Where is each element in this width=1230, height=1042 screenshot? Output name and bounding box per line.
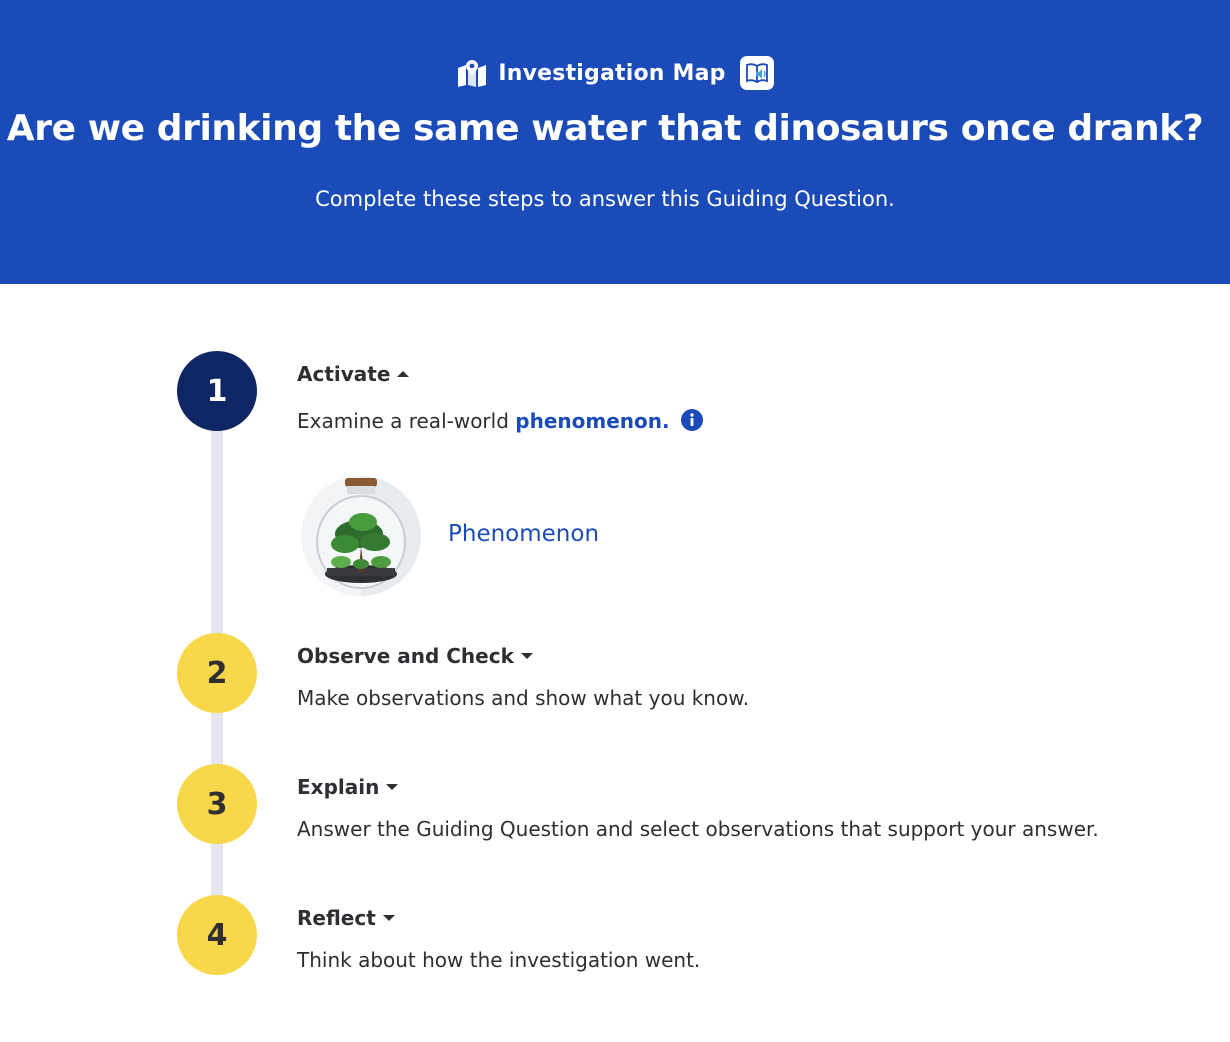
step-1-number[interactable]: 1 [177, 351, 257, 431]
step-1-toggle[interactable]: Activate [297, 362, 410, 386]
step-4-number[interactable]: 4 [177, 895, 257, 975]
step-4-title: Reflect [297, 906, 376, 930]
step-3-description: Answer the Guiding Question and select o… [297, 817, 1099, 841]
step-3-title: Explain [297, 775, 380, 799]
read-aloud-icon [745, 63, 768, 84]
caret-down-icon [520, 653, 533, 659]
step-1-title: Activate [297, 362, 391, 386]
step-4-toggle[interactable]: Reflect [297, 906, 396, 930]
investigation-steps: 1 Activate Examine a real-world phenomen… [0, 284, 1230, 1042]
caret-down-icon [386, 784, 399, 790]
step-3-toggle[interactable]: Explain [297, 775, 399, 799]
caret-down-icon [382, 915, 395, 921]
guiding-question: Are we drinking the same water that dino… [6, 108, 1204, 149]
map-icon [456, 59, 488, 87]
caret-up-icon [397, 371, 410, 377]
step-2-number[interactable]: 2 [177, 633, 257, 713]
phenomenon-term-link[interactable]: phenomenon. [515, 409, 669, 433]
step-1-description: Examine a real-world phenomenon. [297, 408, 704, 433]
read-aloud-button[interactable] [739, 56, 774, 90]
step-2-title: Observe and Check [297, 644, 514, 668]
info-icon[interactable] [680, 408, 704, 432]
guiding-question-subtitle: Complete these steps to answer this Guid… [315, 187, 895, 211]
phenomenon-thumbnail[interactable] [301, 476, 421, 596]
header-banner: Investigation Map Are we drinking the sa… [0, 0, 1230, 284]
step-2-description: Make observations and show what you know… [297, 686, 750, 710]
step-2-toggle[interactable]: Observe and Check [297, 644, 534, 668]
brand-row: Investigation Map [0, 56, 1230, 90]
terrarium-image [301, 476, 421, 596]
step-1-description-prefix: Examine a real-world [297, 409, 516, 433]
step-3-number[interactable]: 3 [177, 764, 257, 844]
step-4-description: Think about how the investigation went. [297, 948, 701, 972]
phenomenon-resource-link[interactable]: Phenomenon [448, 521, 599, 547]
brand-title: Investigation Map [498, 60, 726, 86]
